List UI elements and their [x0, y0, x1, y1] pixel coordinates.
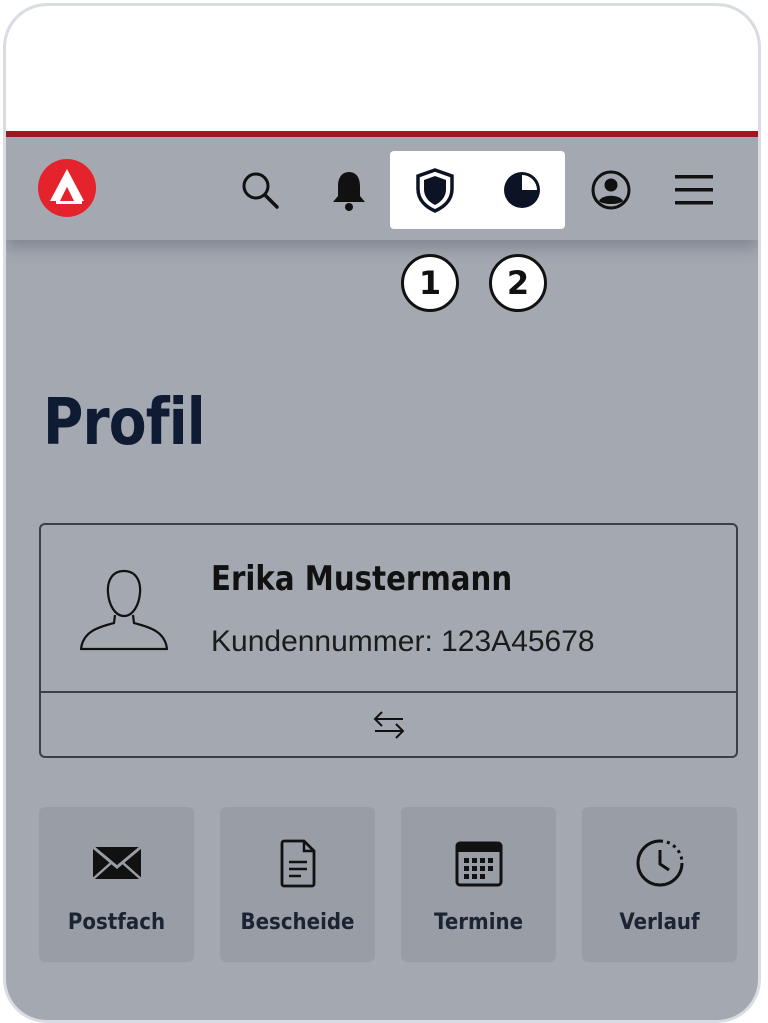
switch-arrows-icon [373, 710, 404, 739]
tile-label: Postfach [67, 910, 166, 935]
phone-frame: 1 2 Profil Erika Mustermann Kundennummer… [3, 3, 761, 1023]
profile-card: Erika Mustermann Kundennummer: 123A45678 [39, 523, 738, 758]
switch-account-button[interactable] [41, 693, 736, 756]
callout-badge-2: 2 [489, 254, 547, 312]
shield-icon[interactable] [407, 162, 463, 218]
search-icon[interactable] [232, 162, 288, 218]
arbeitsagentur-logo[interactable] [36, 157, 98, 219]
person-icon [79, 569, 169, 651]
tile-termine[interactable]: Termine [401, 807, 556, 962]
tile-label: Verlauf [619, 910, 700, 935]
calendar-icon [455, 841, 502, 887]
tile-label: Bescheide [240, 910, 355, 935]
contrast-icon[interactable] [494, 162, 550, 218]
status-area [6, 6, 758, 131]
history-clock-icon [636, 839, 683, 887]
user-name: Erika Mustermann [211, 559, 513, 599]
app-header [6, 137, 758, 240]
menu-icon[interactable] [666, 162, 722, 218]
tile-label: Termine [433, 910, 524, 935]
tile-bescheide[interactable]: Bescheide [220, 807, 375, 962]
document-icon [280, 839, 315, 888]
page-title: Profil [43, 386, 206, 460]
tile-postfach[interactable]: Postfach [39, 807, 194, 962]
account-icon[interactable] [583, 162, 639, 218]
bell-icon[interactable] [321, 162, 377, 218]
callout-badge-1: 1 [401, 254, 459, 312]
tile-verlauf[interactable]: Verlauf [582, 807, 737, 962]
customer-number: Kundennummer: 123A45678 [211, 625, 595, 658]
envelope-icon [91, 845, 142, 880]
